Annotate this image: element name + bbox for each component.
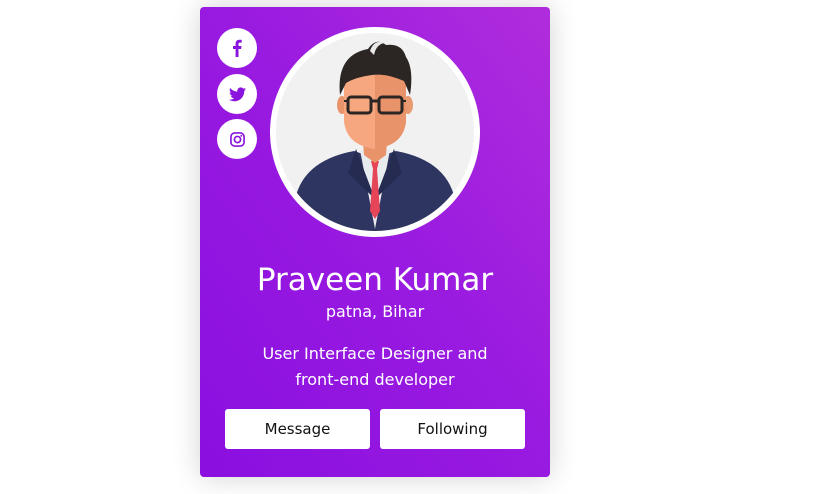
profile-card: Praveen Kumar patna, Bihar User Interfac… bbox=[200, 7, 550, 477]
profile-name: Praveen Kumar bbox=[256, 262, 494, 298]
avatar bbox=[270, 27, 480, 237]
twitter-icon bbox=[228, 86, 246, 102]
message-button[interactable]: Message bbox=[225, 409, 370, 449]
facebook-icon bbox=[230, 39, 244, 57]
facebook-button[interactable] bbox=[217, 28, 257, 68]
instagram-button[interactable] bbox=[217, 119, 257, 159]
following-button[interactable]: Following bbox=[380, 409, 525, 449]
profile-bio: User Interface Designer and front-end de… bbox=[262, 344, 488, 389]
instagram-icon bbox=[229, 131, 245, 147]
avatar-image bbox=[276, 33, 474, 231]
profile-location: patna, Bihar bbox=[325, 302, 425, 321]
twitter-button[interactable] bbox=[217, 74, 257, 114]
